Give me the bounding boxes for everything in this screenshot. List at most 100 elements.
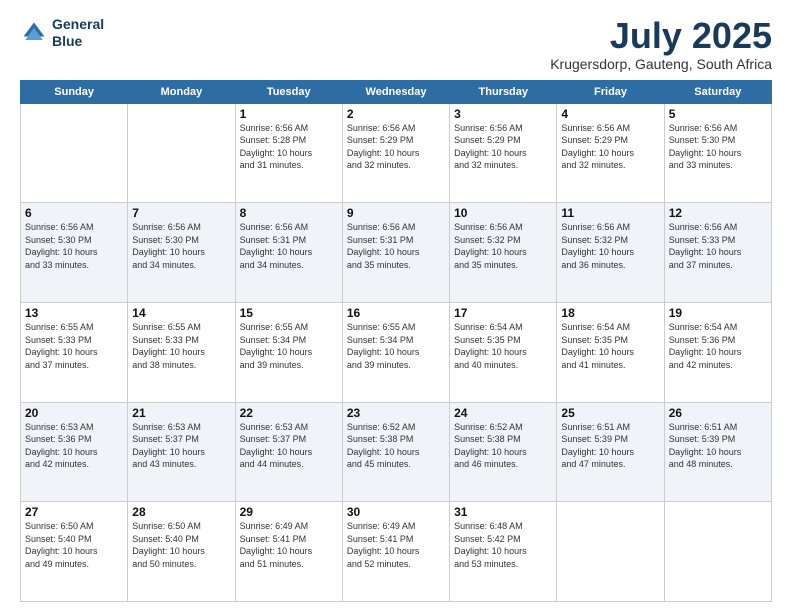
day-number: 14	[132, 306, 230, 320]
header-monday: Monday	[128, 80, 235, 103]
logo-line1: General	[52, 16, 104, 33]
day-number: 25	[561, 406, 659, 420]
table-row: 16Sunrise: 6:55 AM Sunset: 5:34 PM Dayli…	[342, 302, 449, 402]
day-info: Sunrise: 6:55 AM Sunset: 5:34 PM Dayligh…	[347, 321, 445, 371]
weekday-header-row: Sunday Monday Tuesday Wednesday Thursday…	[21, 80, 772, 103]
table-row: 22Sunrise: 6:53 AM Sunset: 5:37 PM Dayli…	[235, 402, 342, 502]
table-row: 24Sunrise: 6:52 AM Sunset: 5:38 PM Dayli…	[450, 402, 557, 502]
day-info: Sunrise: 6:49 AM Sunset: 5:41 PM Dayligh…	[347, 520, 445, 570]
calendar-week-row: 20Sunrise: 6:53 AM Sunset: 5:36 PM Dayli…	[21, 402, 772, 502]
day-number: 1	[240, 107, 338, 121]
day-number: 4	[561, 107, 659, 121]
table-row: 5Sunrise: 6:56 AM Sunset: 5:30 PM Daylig…	[664, 103, 771, 203]
table-row: 19Sunrise: 6:54 AM Sunset: 5:36 PM Dayli…	[664, 302, 771, 402]
table-row: 20Sunrise: 6:53 AM Sunset: 5:36 PM Dayli…	[21, 402, 128, 502]
location: Krugersdorp, Gauteng, South Africa	[550, 56, 772, 72]
day-number: 11	[561, 206, 659, 220]
day-number: 23	[347, 406, 445, 420]
table-row: 15Sunrise: 6:55 AM Sunset: 5:34 PM Dayli…	[235, 302, 342, 402]
day-number: 10	[454, 206, 552, 220]
day-info: Sunrise: 6:52 AM Sunset: 5:38 PM Dayligh…	[347, 421, 445, 471]
day-info: Sunrise: 6:56 AM Sunset: 5:32 PM Dayligh…	[561, 221, 659, 271]
table-row: 31Sunrise: 6:48 AM Sunset: 5:42 PM Dayli…	[450, 502, 557, 602]
calendar-week-row: 27 Sunrise: 6:50 AM Sunset: 5:40 PM Dayli…	[21, 502, 772, 602]
day-info: Sunrise: 6:56 AM Sunset: 5:29 PM Dayligh…	[347, 122, 445, 172]
table-row: 27Sunrise: 6:50 AM Sunset: 5:40 PM Dayli…	[21, 502, 128, 602]
day-number: 21	[132, 406, 230, 420]
day-number: 17	[454, 306, 552, 320]
table-row: 21Sunrise: 6:53 AM Sunset: 5:37 PM Dayli…	[128, 402, 235, 502]
table-row: 29Sunrise: 6:49 AM Sunset: 5:41 PM Dayli…	[235, 502, 342, 602]
table-row: 23Sunrise: 6:52 AM Sunset: 5:38 PM Dayli…	[342, 402, 449, 502]
day-number: 12	[669, 206, 767, 220]
day-number: 3	[454, 107, 552, 121]
table-row: 6Sunrise: 6:56 AM Sunset: 5:30 PM Daylig…	[21, 203, 128, 303]
day-number: 27	[25, 505, 123, 519]
day-number: 6	[25, 206, 123, 220]
day-info: Sunrise: 6:53 AM Sunset: 5:36 PM Dayligh…	[25, 421, 123, 471]
day-number: 13	[25, 306, 123, 320]
table-row: 25Sunrise: 6:51 AM Sunset: 5:39 PM Dayli…	[557, 402, 664, 502]
day-info: Sunrise: 6:55 AM Sunset: 5:34 PM Dayligh…	[240, 321, 338, 371]
header: General Blue July 2025 Krugersdorp, Gaut…	[20, 16, 772, 72]
day-info: Sunrise: 6:54 AM Sunset: 5:36 PM Dayligh…	[669, 321, 767, 371]
header-friday: Friday	[557, 80, 664, 103]
day-info: Sunrise: 6:52 AM Sunset: 5:38 PM Dayligh…	[454, 421, 552, 471]
day-number: 22	[240, 406, 338, 420]
day-info: Sunrise: 6:53 AM Sunset: 5:37 PM Dayligh…	[240, 421, 338, 471]
day-info: Sunrise: 6:56 AM Sunset: 5:28 PM Dayligh…	[240, 122, 338, 172]
day-info: Sunrise: 6:51 AM Sunset: 5:39 PM Dayligh…	[561, 421, 659, 471]
calendar-table: Sunday Monday Tuesday Wednesday Thursday…	[20, 80, 772, 602]
day-info: Sunrise: 6:54 AM Sunset: 5:35 PM Dayligh…	[454, 321, 552, 371]
logo-text: General Blue	[52, 16, 104, 50]
day-info: Sunrise: 6:56 AM Sunset: 5:29 PM Dayligh…	[454, 122, 552, 172]
day-number: 9	[347, 206, 445, 220]
day-info: Sunrise: 6:48 AM Sunset: 5:42 PM Dayligh…	[454, 520, 552, 570]
day-info: Sunrise: 6:56 AM Sunset: 5:31 PM Dayligh…	[347, 221, 445, 271]
table-row: 26Sunrise: 6:51 AM Sunset: 5:39 PM Dayli…	[664, 402, 771, 502]
calendar-week-row: 6Sunrise: 6:56 AM Sunset: 5:30 PM Daylig…	[21, 203, 772, 303]
calendar-week-row: 1Sunrise: 6:56 AM Sunset: 5:28 PM Daylig…	[21, 103, 772, 203]
day-info: Sunrise: 6:54 AM Sunset: 5:35 PM Dayligh…	[561, 321, 659, 371]
page: General Blue July 2025 Krugersdorp, Gaut…	[0, 0, 792, 612]
month-title: July 2025	[550, 16, 772, 56]
table-row: 2Sunrise: 6:56 AM Sunset: 5:29 PM Daylig…	[342, 103, 449, 203]
day-number: 24	[454, 406, 552, 420]
day-number: 16	[347, 306, 445, 320]
header-wednesday: Wednesday	[342, 80, 449, 103]
title-block: July 2025 Krugersdorp, Gauteng, South Af…	[550, 16, 772, 72]
day-info: Sunrise: 6:56 AM Sunset: 5:29 PM Dayligh…	[561, 122, 659, 172]
day-number: 19	[669, 306, 767, 320]
day-number: 2	[347, 107, 445, 121]
day-number: 7	[132, 206, 230, 220]
table-row	[21, 103, 128, 203]
table-row: 9Sunrise: 6:56 AM Sunset: 5:31 PM Daylig…	[342, 203, 449, 303]
table-row: 10Sunrise: 6:56 AM Sunset: 5:32 PM Dayli…	[450, 203, 557, 303]
table-row: 1Sunrise: 6:56 AM Sunset: 5:28 PM Daylig…	[235, 103, 342, 203]
day-number: 31	[454, 505, 552, 519]
day-number: 18	[561, 306, 659, 320]
day-number: 8	[240, 206, 338, 220]
day-info: Sunrise: 6:51 AM Sunset: 5:39 PM Dayligh…	[669, 421, 767, 471]
table-row: 28Sunrise: 6:50 AM Sunset: 5:40 PM Dayli…	[128, 502, 235, 602]
day-number: 20	[25, 406, 123, 420]
logo-icon	[20, 19, 48, 47]
day-info: Sunrise: 6:56 AM Sunset: 5:31 PM Dayligh…	[240, 221, 338, 271]
table-row: 12Sunrise: 6:56 AM Sunset: 5:33 PM Dayli…	[664, 203, 771, 303]
table-row: 3Sunrise: 6:56 AM Sunset: 5:29 PM Daylig…	[450, 103, 557, 203]
table-row: 18Sunrise: 6:54 AM Sunset: 5:35 PM Dayli…	[557, 302, 664, 402]
header-thursday: Thursday	[450, 80, 557, 103]
day-info: Sunrise: 6:49 AM Sunset: 5:41 PM Dayligh…	[240, 520, 338, 570]
day-info: Sunrise: 6:56 AM Sunset: 5:30 PM Dayligh…	[25, 221, 123, 271]
day-info: Sunrise: 6:50 AM Sunset: 5:40 PM Dayligh…	[132, 520, 230, 570]
day-info: Sunrise: 6:56 AM Sunset: 5:33 PM Dayligh…	[669, 221, 767, 271]
table-row: 4Sunrise: 6:56 AM Sunset: 5:29 PM Daylig…	[557, 103, 664, 203]
table-row: 8Sunrise: 6:56 AM Sunset: 5:31 PM Daylig…	[235, 203, 342, 303]
header-sunday: Sunday	[21, 80, 128, 103]
day-number: 29	[240, 505, 338, 519]
calendar-week-row: 13Sunrise: 6:55 AM Sunset: 5:33 PM Dayli…	[21, 302, 772, 402]
day-info: Sunrise: 6:56 AM Sunset: 5:32 PM Dayligh…	[454, 221, 552, 271]
header-saturday: Saturday	[664, 80, 771, 103]
logo-line2: Blue	[52, 33, 104, 50]
day-info: Sunrise: 6:55 AM Sunset: 5:33 PM Dayligh…	[25, 321, 123, 371]
